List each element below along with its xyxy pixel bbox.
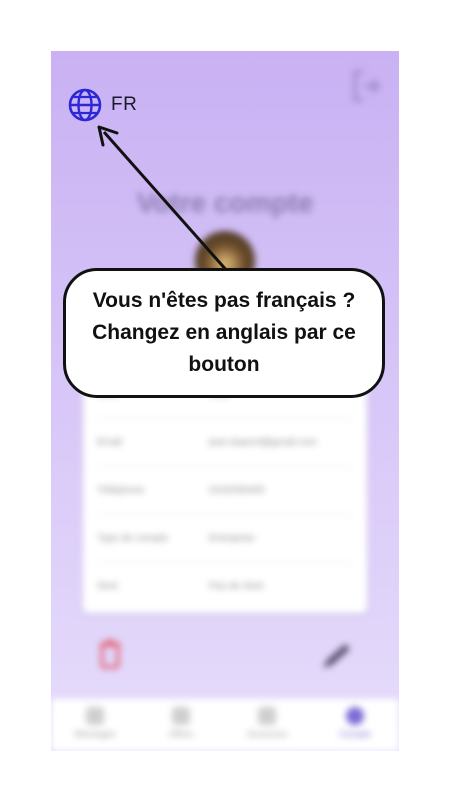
nav-item-annonces[interactable]: Annonces xyxy=(229,707,305,739)
announcements-icon xyxy=(258,707,276,725)
nav-item-label: Messages xyxy=(74,729,116,739)
profile-row-email: Email jean.dupont@gmail.com xyxy=(97,433,353,467)
profile-row-value: Pas de Siret xyxy=(209,581,264,592)
profile-row-label: Siret xyxy=(97,581,118,592)
profile-row-siret: Siret Pas de Siret xyxy=(97,577,353,599)
page-title: Votre compte xyxy=(136,187,314,218)
nav-item-compte[interactable]: Compte xyxy=(317,707,393,739)
nav-item-messages[interactable]: Messages xyxy=(57,707,133,739)
nav-item-label: Annonces xyxy=(246,729,288,739)
bottom-navbar: Messages Offres Annonces Compte xyxy=(51,699,399,751)
blurred-background: Votre compte Nom Jean Email jean.dupont@… xyxy=(51,51,399,751)
offers-icon xyxy=(172,707,190,725)
logout-icon[interactable] xyxy=(351,69,381,103)
profile-row-account-type: Type de compte Entreprise xyxy=(97,529,353,563)
profile-row-label: Type de compte xyxy=(97,533,169,544)
tooltip-callout: Vous n'êtes pas français ? Changez en an… xyxy=(63,268,385,398)
profile-row-value: jean.dupont@gmail.com xyxy=(209,437,317,448)
app-screen: Votre compte Nom Jean Email jean.dupont@… xyxy=(51,51,399,751)
account-icon xyxy=(346,707,364,725)
callout-text: Vous n'êtes pas français ? Changez en an… xyxy=(92,289,356,376)
globe-icon xyxy=(68,88,102,122)
profile-row-value: Entreprise xyxy=(209,533,255,544)
language-code: FR xyxy=(111,94,138,115)
nav-item-label: Compte xyxy=(339,729,371,739)
nav-item-label: Offres xyxy=(168,729,194,739)
profile-row-phone: Téléphone 0102030405 xyxy=(97,481,353,515)
language-switch-button[interactable]: FR xyxy=(67,87,137,123)
chat-icon xyxy=(86,707,104,725)
profile-row-value: 0102030405 xyxy=(209,485,265,496)
profile-row-label: Téléphone xyxy=(97,485,145,496)
nav-item-offres[interactable]: Offres xyxy=(143,707,219,739)
profile-row-label: Email xyxy=(97,437,123,448)
profile-card: Nom Jean Email jean.dupont@gmail.com Tél… xyxy=(83,373,367,613)
pencil-icon[interactable] xyxy=(319,641,353,671)
trash-icon[interactable] xyxy=(99,639,121,669)
